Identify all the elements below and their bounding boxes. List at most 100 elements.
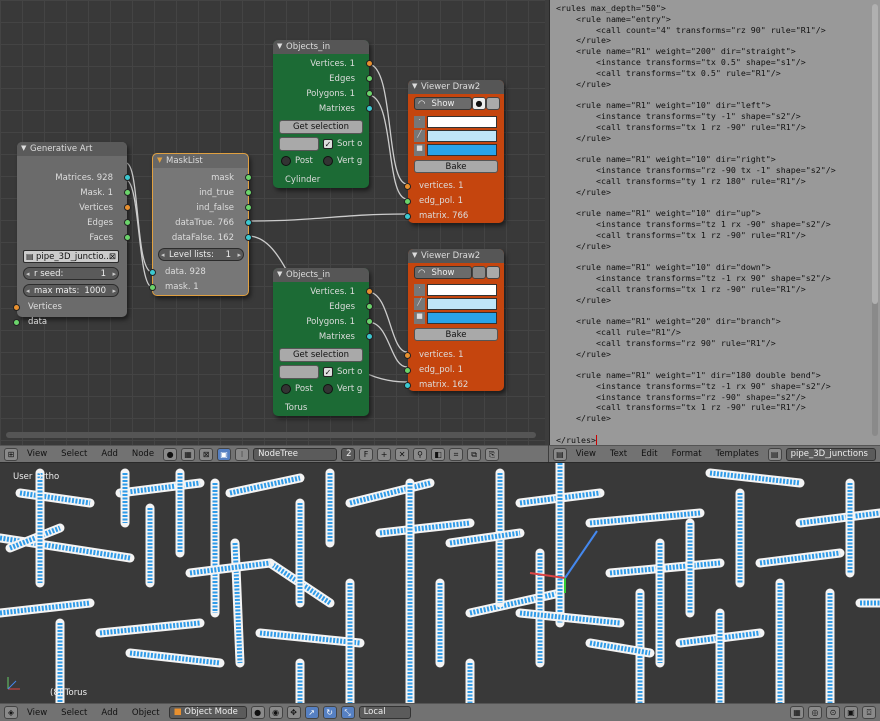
clear-icon[interactable]: ⊠ xyxy=(109,251,116,263)
text-scrollbar[interactable] xyxy=(872,4,878,436)
menu-select[interactable]: Select xyxy=(56,449,92,459)
shader-tree-icon[interactable]: ● xyxy=(163,447,178,461)
text-line[interactable]: </rule> xyxy=(556,295,836,306)
node-viewer-draw-2[interactable]: ▼ Viewer Draw2 ◠ Show ⋅ ╱ ■ Bake vertice… xyxy=(404,249,504,391)
text-line[interactable]: <rule name="R1" weight="200" dir="straig… xyxy=(556,46,836,57)
face-color-swatch[interactable] xyxy=(427,144,497,156)
output-socket[interactable] xyxy=(124,174,131,181)
output-socket[interactable] xyxy=(124,189,131,196)
text-line[interactable]: <rule name="R1" weight="10" dir="down"> xyxy=(556,262,836,273)
backdrop-icon[interactable]: ◧ xyxy=(431,447,446,461)
menu-view[interactable]: View xyxy=(571,449,601,459)
collapse-triangle-icon[interactable]: ▼ xyxy=(412,251,417,259)
menu-add[interactable]: Add xyxy=(96,708,122,718)
text-line[interactable]: <call transforms="tx 1 rz -90" rule="R1"… xyxy=(556,284,836,295)
sphere-icon[interactable]: ● xyxy=(472,97,486,110)
input-socket[interactable] xyxy=(404,213,411,220)
node-masklist[interactable]: ▼ MaskList mask ind_true ind_false dataT… xyxy=(149,153,252,296)
sphere-icon[interactable] xyxy=(472,266,486,279)
nodetree-browse-icon[interactable]: ⁝ xyxy=(235,447,250,461)
collapse-triangle-icon[interactable]: ▼ xyxy=(157,156,162,164)
output-socket[interactable] xyxy=(366,60,373,67)
show-toggle[interactable]: ◠ Show xyxy=(414,97,472,110)
output-socket[interactable] xyxy=(366,318,373,325)
text-line[interactable]: <call transforms="tx 1 rz -90" rule="R1"… xyxy=(556,230,836,241)
input-socket[interactable] xyxy=(149,284,156,291)
output-socket[interactable] xyxy=(366,105,373,112)
face-icon[interactable]: ■ xyxy=(414,144,425,156)
menu-object[interactable]: Object xyxy=(127,708,165,718)
node-header[interactable]: ▼ Viewer Draw2 xyxy=(408,249,504,263)
get-selection-button[interactable]: Get selection xyxy=(279,348,363,362)
menu-add[interactable]: Add xyxy=(96,449,122,459)
text-line[interactable] xyxy=(556,424,836,435)
sort-checkbox[interactable]: ✓ xyxy=(323,139,333,149)
input-socket[interactable] xyxy=(13,319,20,326)
text-line[interactable]: <call count="4" transforms="rz 90" rule=… xyxy=(556,25,836,36)
file-selector[interactable]: ▤ pipe_3D_junctio... ⊠ xyxy=(23,250,119,263)
node-header[interactable]: ▼ Viewer Draw2 xyxy=(408,80,504,94)
text-line[interactable] xyxy=(556,251,836,262)
text-line[interactable]: </rule> xyxy=(556,35,836,46)
node-generative-art[interactable]: ▼ Generative Art Matrices. 928 Mask. 1 V… xyxy=(13,142,131,327)
text-line[interactable]: <instance transforms="rz -90 tx -1" shap… xyxy=(556,165,836,176)
show-toggle[interactable]: ◠ Show xyxy=(414,266,472,279)
editor-type-icon[interactable]: ⊞ xyxy=(4,447,18,461)
translate-icon[interactable]: ↗ xyxy=(304,706,319,719)
transform-gizmo-axis[interactable] xyxy=(564,530,598,579)
blank-toggle[interactable] xyxy=(486,266,500,279)
sort-checkbox[interactable]: ✓ xyxy=(323,367,333,377)
render-preview-icon[interactable]: ▣ xyxy=(844,706,858,719)
arrow-left-icon[interactable]: ◂ xyxy=(26,285,30,297)
editor-type-icon[interactable]: ◈ xyxy=(4,706,18,719)
text-line[interactable]: <rule name="R1" weight="10" dir="right"> xyxy=(556,154,836,165)
collapse-triangle-icon[interactable]: ▼ xyxy=(412,82,417,90)
face-icon[interactable]: ■ xyxy=(414,312,425,324)
input-socket[interactable] xyxy=(149,269,156,276)
vertg-toggle[interactable] xyxy=(323,156,333,166)
text-line[interactable]: <rule name="R1" weight="1" dir="180 doub… xyxy=(556,370,836,381)
text-line[interactable]: </rule> xyxy=(556,79,836,90)
output-socket[interactable] xyxy=(245,204,252,211)
output-socket[interactable] xyxy=(366,333,373,340)
camera-icon[interactable]: ⌼ xyxy=(862,706,876,719)
edge-icon[interactable]: ╱ xyxy=(414,130,425,142)
pin-icon[interactable]: ⚲ xyxy=(413,447,428,461)
text-content[interactable]: <rules max_depth="50"> <rule name="entry… xyxy=(556,3,836,445)
text-line[interactable]: <instance transforms="tz -1 rx 90" shape… xyxy=(556,381,836,392)
node-header[interactable]: ▼ Generative Art xyxy=(17,142,127,156)
text-line[interactable] xyxy=(556,89,836,100)
input-socket[interactable] xyxy=(404,382,411,389)
scroll-thumb[interactable] xyxy=(872,4,878,304)
text-line[interactable]: <call rule="R1"/> xyxy=(556,327,836,338)
menu-text[interactable]: Text xyxy=(605,449,632,459)
copy-icon[interactable]: ⧉ xyxy=(467,447,482,461)
level-lists-field[interactable]: ◂ Level lists: 1 ▸ xyxy=(158,248,244,261)
rseed-field[interactable]: ◂ r seed: 1 ▸ xyxy=(23,267,119,280)
output-socket[interactable] xyxy=(124,204,131,211)
paste-icon[interactable]: ⎘ xyxy=(485,447,500,461)
output-socket[interactable] xyxy=(366,75,373,82)
horizontal-scrollbar[interactable] xyxy=(6,432,536,438)
node-header[interactable]: ▼ Objects_in xyxy=(273,268,369,282)
unlink-tree-icon[interactable]: ✕ xyxy=(395,447,410,461)
manipulator-icon[interactable]: ✥ xyxy=(286,706,301,719)
text-line[interactable]: <call transforms="tx 1 rz -90" rule="R1"… xyxy=(556,122,836,133)
edge-color-swatch[interactable] xyxy=(427,130,497,142)
node-editor[interactable]: ▼ Generative Art Matrices. 928 Mask. 1 V… xyxy=(0,0,545,445)
output-socket[interactable] xyxy=(124,234,131,241)
text-line[interactable] xyxy=(556,143,836,154)
arrow-right-icon[interactable]: ▸ xyxy=(237,249,241,261)
vertg-toggle[interactable] xyxy=(323,384,333,394)
text-line[interactable]: <instance transforms="rz -90" shape="s2"… xyxy=(556,392,836,403)
node-header[interactable]: ▼ MaskList xyxy=(153,154,248,168)
node-objects-in-torus[interactable]: ▼ Objects_in Vertices. 1 Edges Polygons.… xyxy=(273,268,373,416)
bake-button[interactable]: Bake xyxy=(414,328,498,341)
proportional-edit-icon[interactable]: ◎ xyxy=(808,706,822,719)
layers-icon[interactable]: ▦ xyxy=(790,706,804,719)
get-selection-button[interactable]: Get selection xyxy=(279,120,363,134)
maxmats-field[interactable]: ◂ max mats: 1000 ▸ xyxy=(23,284,119,297)
editor-type-icon[interactable]: ▤ xyxy=(553,447,567,461)
viewport-shading-icon[interactable]: ● xyxy=(250,706,265,719)
add-tree-icon[interactable]: + xyxy=(377,447,392,461)
